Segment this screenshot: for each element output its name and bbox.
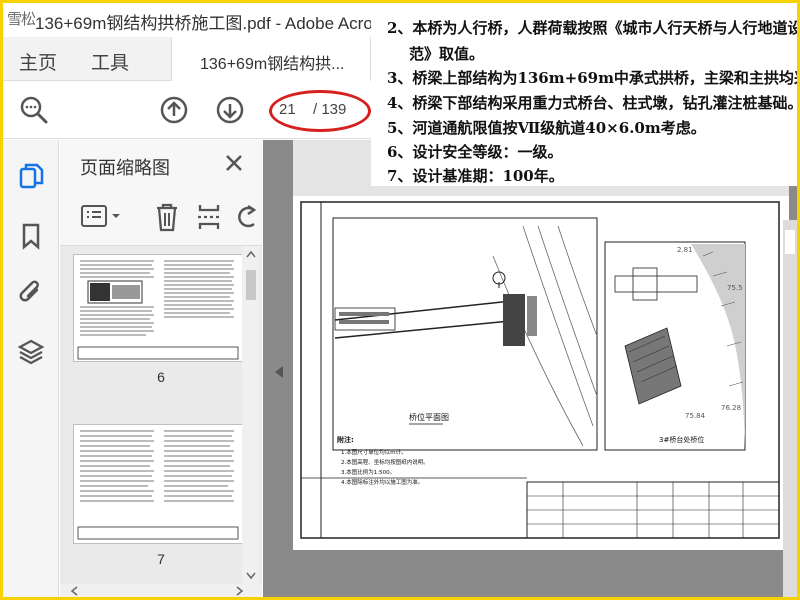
thumbnail-options-icon[interactable] <box>80 204 124 230</box>
page-up-icon[interactable] <box>159 95 189 125</box>
thumbnail-page-7[interactable] <box>73 424 243 544</box>
drawing-note: 2.本图高程、坐标均按图纸内说明。 <box>341 458 429 466</box>
page-thumbnails-icon[interactable] <box>17 162 45 190</box>
extract-pages-icon[interactable] <box>196 202 222 232</box>
drawing-page: 桥位平面图 附注: 1.本图尺寸单位均以m计。 2.本图高程、坐标均按图纸内说明… <box>293 196 789 550</box>
document-scrollbar[interactable] <box>783 220 797 597</box>
detail-title: 3#桥台处桥位 <box>659 435 704 444</box>
left-rail <box>3 140 59 597</box>
note-line: 7、设计基准期：100年。 <box>387 167 564 185</box>
note-line: 2、本桥为人行桥，人群荷载按照《城市人行天桥与人行地道设计规 <box>387 19 797 37</box>
thumbnail-label: 7 <box>157 551 165 567</box>
scroll-thumb[interactable] <box>246 270 256 300</box>
bookmark-icon[interactable] <box>17 222 45 250</box>
scroll-up-icon[interactable] <box>246 250 256 258</box>
page-down-icon[interactable] <box>215 95 245 125</box>
tab-document-label: 136+69m钢结构拱... <box>200 56 345 73</box>
thumbnail-label: 6 <box>157 369 165 385</box>
layers-icon[interactable] <box>17 338 45 366</box>
note-line: 5、河道通航限值按Ⅶ级航道40×6.0m考虑。 <box>387 119 706 137</box>
elevation-label: 76.28 <box>721 404 741 412</box>
panel-title: 页面缩略图 <box>80 158 170 178</box>
thumbnail-scrollbar[interactable] <box>242 246 260 585</box>
note-line: 范》取值。 <box>409 45 485 63</box>
drawing-notes-heading: 附注: <box>337 435 354 444</box>
delete-icon[interactable] <box>154 202 180 232</box>
document-view[interactable]: 桥位平面图 附注: 1.本图尺寸单位均以m计。 2.本图高程、坐标均按图纸内说明… <box>263 140 797 597</box>
close-icon[interactable] <box>224 153 244 173</box>
tab-home[interactable]: 主页 <box>19 48 57 75</box>
bridge-drawing: 桥位平面图 附注: 1.本图尺寸单位均以m计。 2.本图高程、坐标均按图纸内说明… <box>300 201 780 539</box>
note-line: 6、设计安全等级：一级。 <box>387 143 563 161</box>
window-title: 136+69m钢结构拱桥施工图.pdf - Adobe Acrobat DC <box>35 14 426 33</box>
collapse-panel-icon[interactable] <box>275 366 283 378</box>
thumbnail-list: 6 7 <box>60 245 262 585</box>
thumbnail-page-6[interactable] <box>73 254 243 362</box>
drawing-note: 1.本图尺寸单位均以m计。 <box>341 448 407 456</box>
elevation-label: 75.5 <box>727 284 743 292</box>
acrobat-window: 雪松 136+69m钢结构拱桥施工图.pdf - Adobe Acrobat D… <box>3 3 797 597</box>
attachment-icon[interactable] <box>17 278 45 306</box>
elevation-label: 2.81 <box>677 246 693 254</box>
thumbnail-hscrollbar[interactable] <box>60 584 262 597</box>
thumbnail-panel: 页面缩略图 6 7 <box>60 140 262 597</box>
annotation-ellipse <box>269 90 371 132</box>
thumbnail-preview <box>77 430 239 540</box>
drawing-note: 4.本图除标注外均以施工图为准。 <box>341 478 423 486</box>
note-line: 4、桥梁下部结构采用重力式桥台、柱式墩，钻孔灌注桩基础。 <box>387 94 797 112</box>
drawing-note: 3.本图比例为1:500。 <box>341 468 395 476</box>
scroll-down-icon[interactable] <box>246 572 256 580</box>
scroll-right-icon[interactable] <box>236 586 244 596</box>
notes-overlay: 2、本桥为人行桥，人群荷载按照《城市人行天桥与人行地道设计规 范》取值。 3、桥… <box>371 3 797 186</box>
scroll-thumb[interactable] <box>785 230 795 254</box>
scroll-left-icon[interactable] <box>70 586 78 596</box>
tab-document[interactable]: 136+69m钢结构拱... <box>171 37 371 81</box>
elevation-label: 75.84 <box>685 412 706 420</box>
rotate-icon[interactable] <box>234 202 260 232</box>
watermark-logo: 雪松 <box>7 10 36 28</box>
thumbnail-preview <box>77 260 239 360</box>
note-line: 3、桥梁上部结构为136m+69m中承式拱桥，主梁和主拱均采用Q345D钢。 <box>387 69 797 87</box>
search-icon[interactable] <box>19 95 49 125</box>
tab-tools[interactable]: 工具 <box>91 48 129 75</box>
plan-title: 桥位平面图 <box>409 412 449 422</box>
